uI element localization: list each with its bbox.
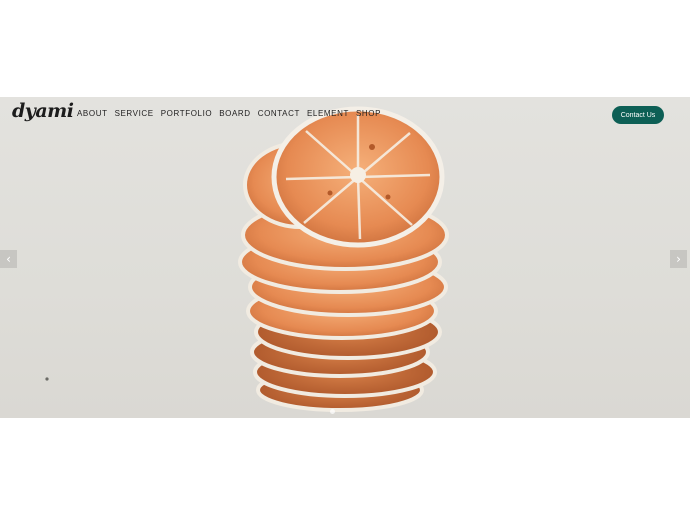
orange-slice-stack bbox=[238, 106, 449, 412]
chevron-left-icon: ‹ bbox=[6, 252, 11, 266]
chevron-right-icon: › bbox=[676, 252, 681, 266]
nav-item-about[interactable]: About bbox=[77, 109, 108, 118]
nav-item-portfolio[interactable]: Portfolio bbox=[161, 109, 212, 118]
nav-item-contact[interactable]: Contact bbox=[258, 109, 300, 118]
slider-pagination-dot[interactable] bbox=[330, 409, 335, 414]
main-navigation: dyami About Service Portfolio Board Cont… bbox=[0, 97, 690, 133]
nav-menu: About Service Portfolio Board Contact El… bbox=[77, 109, 381, 118]
nav-item-shop[interactable]: Shop bbox=[356, 109, 381, 118]
nav-item-board[interactable]: Board bbox=[219, 109, 250, 118]
hero-slider bbox=[0, 97, 690, 418]
site-logo[interactable]: dyami bbox=[12, 100, 74, 122]
hero-image bbox=[45, 106, 449, 412]
nav-item-element[interactable]: Element bbox=[307, 109, 349, 118]
slider-next-button[interactable]: › bbox=[670, 250, 687, 268]
contact-us-button[interactable]: Contact Us bbox=[612, 106, 664, 124]
nav-item-service[interactable]: Service bbox=[115, 109, 154, 118]
slider-prev-button[interactable]: ‹ bbox=[0, 250, 17, 268]
